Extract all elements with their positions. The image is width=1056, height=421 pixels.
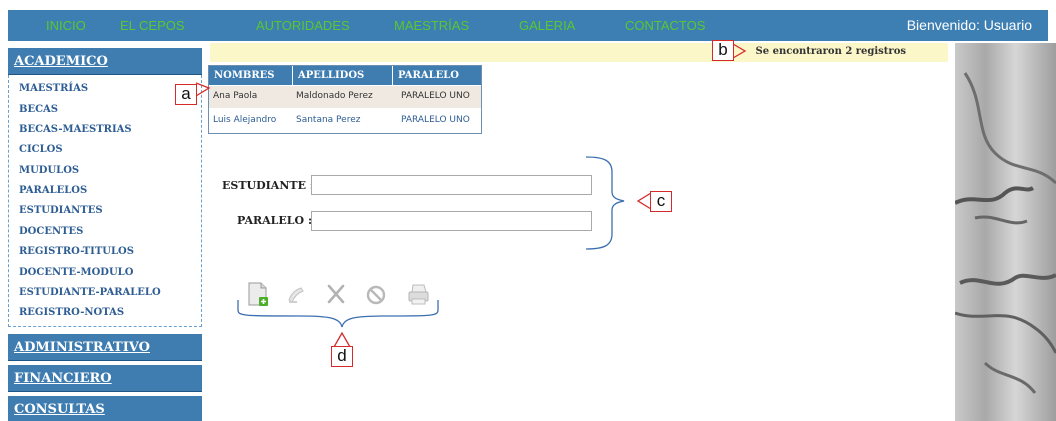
callout-b: b: [712, 40, 734, 61]
fresco-hands-image: [955, 43, 1056, 421]
annotation-overlay: [195, 43, 747, 348]
callout-c: c: [650, 191, 672, 212]
callout-d: d: [331, 346, 353, 367]
callout-a: a: [175, 84, 197, 105]
